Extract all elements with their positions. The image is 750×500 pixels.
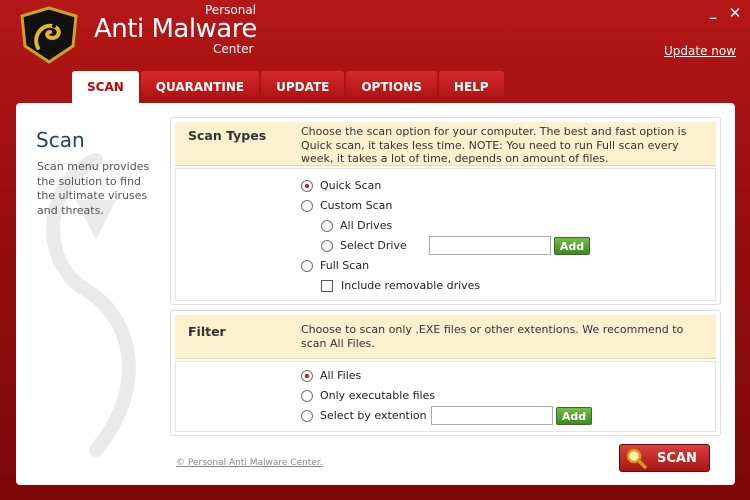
- custom-scan-label: Custom Scan: [320, 199, 393, 212]
- scan-types-header: Scan Types Choose the scan option for yo…: [175, 122, 716, 166]
- filter-options: All Files Only executable files Select b…: [175, 361, 716, 432]
- radio-icon: [301, 199, 313, 212]
- radio-selected-icon: [301, 369, 313, 382]
- extension-label: Select by extention: [320, 409, 427, 422]
- filter-title: Filter: [188, 324, 226, 339]
- page-title: Scan: [36, 128, 85, 152]
- scan-types-description: Choose the scan option for your computer…: [301, 125, 687, 165]
- magnifier-icon: [626, 448, 647, 469]
- tab-bar: SCAN QUARANTINE UPDATE OPTIONS HELP: [72, 71, 506, 103]
- scan-types-title: Scan Types: [188, 128, 267, 143]
- tab-help[interactable]: HELP: [438, 71, 504, 103]
- add-drive-button[interactable]: Add: [554, 237, 590, 255]
- radio-icon: [321, 239, 333, 252]
- filter-header: Filter Choose to scan only .EXE files or…: [175, 315, 716, 359]
- page-description: Scan menu provides the solution to find …: [37, 160, 150, 217]
- scan-types-section: Scan Types Choose the scan option for yo…: [170, 117, 721, 305]
- extension-radio[interactable]: Select by extention: [301, 409, 427, 422]
- tab-options[interactable]: OPTIONS: [346, 71, 437, 103]
- checkbox-icon: [321, 279, 333, 292]
- include-removable-label: Include removable drives: [341, 279, 481, 292]
- brand-title: Anti Malware: [94, 14, 257, 44]
- all-files-label: All Files: [320, 369, 362, 382]
- full-scan-label: Full Scan: [320, 259, 370, 272]
- scan-button[interactable]: SCAN: [619, 444, 710, 472]
- app-window: Personal Anti Malware Center _ ✕ Update …: [0, 0, 750, 500]
- tab-quarantine[interactable]: QUARANTINE: [140, 71, 260, 103]
- radio-icon: [301, 409, 313, 422]
- radio-selected-icon: [301, 179, 313, 192]
- tab-scan[interactable]: SCAN: [72, 71, 139, 103]
- radio-icon: [301, 389, 313, 402]
- add-extension-button[interactable]: Add: [556, 407, 592, 425]
- extension-input[interactable]: [431, 406, 553, 425]
- brand-bottom-text: Center: [213, 42, 254, 56]
- executable-files-label: Only executable files: [320, 389, 436, 402]
- close-icon[interactable]: ✕: [728, 6, 742, 21]
- custom-scan-radio[interactable]: Custom Scan: [301, 199, 392, 212]
- scan-types-options: Quick Scan Custom Scan All Drives Select…: [175, 168, 716, 301]
- filter-section: Filter Choose to scan only .EXE files or…: [170, 310, 721, 436]
- update-now-link[interactable]: Update now: [664, 44, 736, 58]
- filter-description: Choose to scan only .EXE files or other …: [301, 323, 684, 350]
- full-scan-radio[interactable]: Full Scan: [301, 259, 369, 272]
- select-drive-label: Select Drive: [340, 239, 407, 252]
- minimize-icon[interactable]: _: [706, 6, 720, 20]
- all-drives-radio[interactable]: All Drives: [321, 219, 392, 232]
- snake-logo-icon: [20, 6, 78, 64]
- radio-icon: [321, 219, 333, 232]
- all-drives-label: All Drives: [340, 219, 393, 232]
- copyright-link[interactable]: © Personal Anti Malware Center.: [176, 458, 323, 468]
- include-removable-checkbox[interactable]: Include removable drives: [321, 279, 480, 292]
- quick-scan-label: Quick Scan: [320, 179, 382, 192]
- tab-update[interactable]: UPDATE: [261, 71, 345, 103]
- select-drive-radio[interactable]: Select Drive: [321, 239, 407, 252]
- drive-input[interactable]: [429, 236, 551, 255]
- quick-scan-radio[interactable]: Quick Scan: [301, 179, 381, 192]
- radio-icon: [301, 259, 313, 272]
- scan-button-label: SCAN: [657, 450, 697, 466]
- all-files-radio[interactable]: All Files: [301, 369, 361, 382]
- executable-files-radio[interactable]: Only executable files: [301, 389, 435, 402]
